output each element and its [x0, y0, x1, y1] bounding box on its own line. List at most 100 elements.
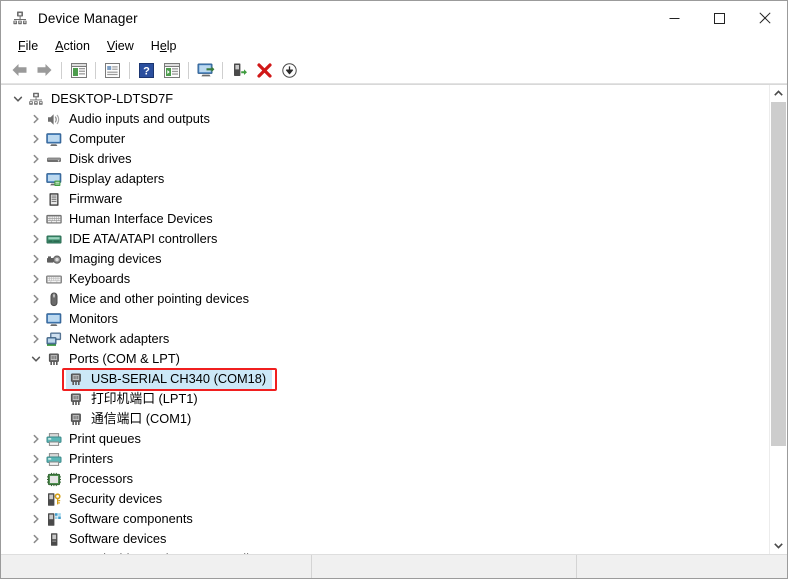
device-tree[interactable]: DESKTOP-LDTSD7F Audio inputs and outputs C… [1, 89, 769, 554]
chevron-right-icon[interactable] [27, 154, 44, 164]
help-icon[interactable]: ? [134, 58, 159, 82]
chevron-right-icon[interactable] [27, 174, 44, 184]
scroll-down-icon[interactable] [770, 537, 787, 554]
uninstall-device-icon[interactable] [252, 58, 277, 82]
tree-node[interactable]: Ports (COM & LPT) [1, 349, 769, 369]
menu-action[interactable]: Action [47, 38, 99, 54]
tree-node[interactable]: Software devices [1, 529, 769, 549]
status-cell-main [1, 555, 312, 578]
tree-node[interactable]: Processors [1, 469, 769, 489]
tree-node-label: DESKTOP-LDTSD7F [51, 91, 174, 106]
menu-view[interactable]: View [99, 38, 143, 54]
tree-node[interactable]: USB-SERIAL CH340 (COM18) [1, 369, 769, 389]
monitor-icon [44, 311, 64, 328]
tree-root-node[interactable]: DESKTOP-LDTSD7F [1, 89, 769, 109]
chevron-down-icon[interactable] [27, 354, 44, 364]
update-driver-icon[interactable] [159, 58, 184, 82]
chevron-right-icon[interactable] [27, 434, 44, 444]
show-hide-tree-icon[interactable] [66, 58, 91, 82]
chevron-right-icon[interactable] [27, 274, 44, 284]
chevron-right-icon[interactable] [27, 454, 44, 464]
device-tree-panel[interactable]: DESKTOP-LDTSD7F Audio inputs and outputs C… [1, 85, 769, 554]
tree-node-content[interactable]: Audio inputs and outputs [44, 109, 212, 129]
tree-node[interactable]: Human Interface Devices [1, 209, 769, 229]
vertical-scrollbar[interactable] [769, 85, 787, 554]
tree-node[interactable]: Computer [1, 129, 769, 149]
tree-node[interactable]: Monitors [1, 309, 769, 329]
tree-node-content[interactable]: Imaging devices [44, 249, 163, 269]
chevron-right-icon[interactable] [27, 194, 44, 204]
tree-node[interactable]: Imaging devices [1, 249, 769, 269]
forward-icon[interactable] [32, 58, 57, 82]
chevron-down-icon[interactable] [9, 94, 26, 104]
chevron-right-icon[interactable] [27, 514, 44, 524]
tree-node-content[interactable]: USB-SERIAL CH340 (COM18) [66, 369, 273, 389]
chevron-right-icon[interactable] [27, 234, 44, 244]
tree-node[interactable]: Sound, video and game controllers [1, 549, 769, 554]
tree-node[interactable]: 打印机端口 (LPT1) [1, 389, 769, 409]
tree-node-content[interactable]: Human Interface Devices [44, 209, 215, 229]
tree-node-content[interactable]: Mice and other pointing devices [44, 289, 251, 309]
tree-node-content[interactable]: Network adapters [44, 329, 171, 349]
tree-node[interactable]: Keyboards [1, 269, 769, 289]
tree-node[interactable]: Firmware [1, 189, 769, 209]
tree-node-content[interactable]: Firmware [44, 189, 124, 209]
back-icon[interactable] [7, 58, 32, 82]
tree-node-content[interactable]: Computer [44, 129, 127, 149]
tree-node-content[interactable]: Monitors [44, 309, 120, 329]
close-button[interactable] [742, 1, 787, 35]
chevron-right-icon[interactable] [27, 314, 44, 324]
tree-node-content[interactable]: 通信端口 (COM1) [66, 409, 193, 429]
enable-device-icon[interactable] [227, 58, 252, 82]
tree-node-content[interactable]: 打印机端口 (LPT1) [66, 389, 200, 409]
tree-node-label: Imaging devices [69, 251, 162, 266]
chevron-right-icon[interactable] [27, 474, 44, 484]
tree-node[interactable]: Printers [1, 449, 769, 469]
tree-node-content[interactable]: IDE ATA/ATAPI controllers [44, 229, 219, 249]
chevron-right-icon[interactable] [27, 534, 44, 544]
tree-node[interactable]: 通信端口 (COM1) [1, 409, 769, 429]
properties-icon[interactable] [100, 58, 125, 82]
chevron-right-icon[interactable] [27, 214, 44, 224]
tree-node-content[interactable]: Sound, video and game controllers [44, 549, 269, 554]
tree-node-content[interactable]: DESKTOP-LDTSD7F [26, 89, 175, 109]
tree-node-content[interactable]: Processors [44, 469, 135, 489]
tree-node-content[interactable]: Keyboards [44, 269, 132, 289]
tree-node[interactable]: Disk drives [1, 149, 769, 169]
tree-node[interactable]: Mice and other pointing devices [1, 289, 769, 309]
chevron-right-icon[interactable] [27, 294, 44, 304]
scrollbar-track[interactable] [770, 102, 787, 537]
chevron-right-icon[interactable] [27, 114, 44, 124]
tree-node-content[interactable]: Display adapters [44, 169, 166, 189]
scroll-up-icon[interactable] [770, 85, 787, 102]
maximize-button[interactable] [697, 1, 742, 35]
chevron-right-icon[interactable] [27, 334, 44, 344]
tree-node-content[interactable]: Print queues [44, 429, 143, 449]
minimize-button[interactable] [652, 1, 697, 35]
tree-node-label: Display adapters [69, 171, 165, 186]
tree-node[interactable]: Network adapters [1, 329, 769, 349]
tree-node-content[interactable]: Disk drives [44, 149, 134, 169]
tree-node-content[interactable]: Software devices [44, 529, 168, 549]
tree-node[interactable]: Audio inputs and outputs [1, 109, 769, 129]
tree-node-label: Sound, video and game controllers [67, 549, 269, 554]
tree-node-content[interactable]: Security devices [44, 489, 164, 509]
tree-node[interactable]: Security devices [1, 489, 769, 509]
chevron-right-icon[interactable] [27, 494, 44, 504]
chevron-right-icon[interactable] [27, 134, 44, 144]
tree-node-content[interactable]: Ports (COM & LPT) [44, 349, 182, 369]
tree-node[interactable]: Software components [1, 509, 769, 529]
chevron-right-icon[interactable] [27, 254, 44, 264]
tree-node-label: Firmware [69, 191, 123, 206]
tree-node-content[interactable]: Software components [44, 509, 195, 529]
tree-node[interactable]: Print queues [1, 429, 769, 449]
scrollbar-thumb[interactable] [771, 102, 786, 446]
menu-help[interactable]: Help [143, 38, 186, 54]
tree-node[interactable]: IDE ATA/ATAPI controllers [1, 229, 769, 249]
processor-icon [44, 471, 64, 488]
disable-device-icon[interactable] [277, 58, 302, 82]
tree-node-content[interactable]: Printers [44, 449, 115, 469]
menu-file[interactable]: File [10, 38, 47, 54]
scan-hardware-icon[interactable] [193, 58, 218, 82]
tree-node[interactable]: Display adapters [1, 169, 769, 189]
